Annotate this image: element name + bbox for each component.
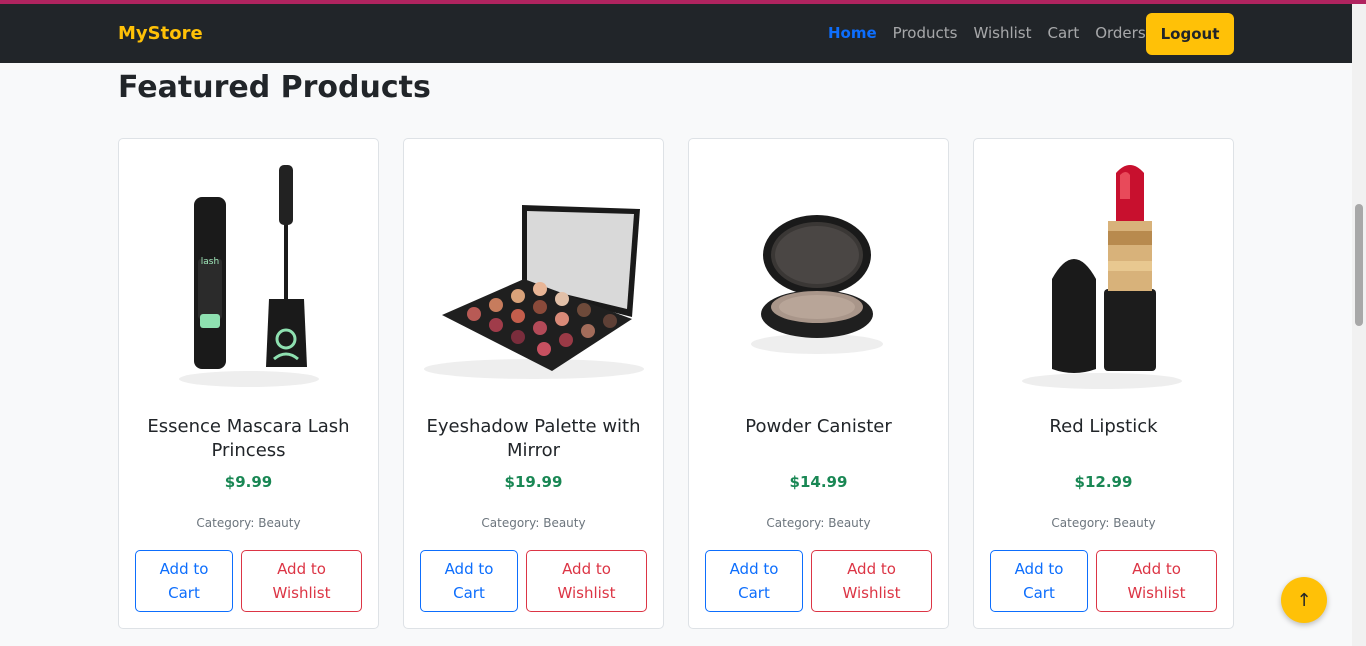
product-name: Red Lipstick	[1049, 416, 1158, 437]
nav-links: Home Products Wishlist Cart Orders	[828, 24, 1162, 42]
mascara-image: lash	[179, 165, 319, 387]
page-title: Featured Products	[118, 70, 431, 105]
product-category: Category: Beauty	[1051, 516, 1156, 530]
scroll-to-top-button[interactable]: ↑	[1281, 577, 1327, 623]
add-to-wishlist-button[interactable]: Add to Wishlist	[811, 550, 932, 612]
eyeshadow-palette-image	[424, 205, 644, 379]
product-price: $14.99	[789, 473, 848, 491]
add-to-wishlist-button[interactable]: Add to Wishlist	[241, 550, 362, 612]
product-price: $9.99	[224, 473, 273, 491]
nav-link-home[interactable]: Home	[828, 24, 877, 42]
nav-link-cart[interactable]: Cart	[1047, 24, 1079, 42]
product-name: Essence Mascara Lash Princess	[147, 416, 350, 461]
product-card: lash Essence Mascara Lash Princess $9.99…	[118, 138, 379, 629]
add-to-wishlist-button[interactable]: Add to Wishlist	[1096, 550, 1217, 612]
nav-link-orders[interactable]: Orders	[1095, 24, 1145, 42]
add-to-cart-button[interactable]: Add to Cart	[420, 550, 518, 612]
lipstick-image	[1022, 165, 1182, 389]
product-card: Eyeshadow Palette with Mirror $19.99 Cat…	[403, 138, 664, 629]
add-to-cart-button[interactable]: Add to Cart	[990, 550, 1088, 612]
brand-logo[interactable]: MyStore	[118, 23, 203, 44]
product-card: Powder Canister $14.99 Category: Beauty …	[688, 138, 949, 629]
product-name: Eyeshadow Palette with Mirror	[426, 416, 641, 461]
arrow-up-icon: ↑	[1296, 589, 1312, 611]
add-to-cart-button[interactable]: Add to Cart	[705, 550, 803, 612]
svg-text:lash: lash	[201, 257, 219, 267]
product-category: Category: Beauty	[196, 516, 301, 530]
product-category: Category: Beauty	[766, 516, 871, 530]
scrollbar-thumb[interactable]	[1355, 204, 1363, 326]
powder-canister-image	[751, 215, 883, 354]
logout-button[interactable]: Logout	[1146, 13, 1234, 55]
add-to-wishlist-button[interactable]: Add to Wishlist	[526, 550, 647, 612]
navbar: MyStore Home Products Wishlist Cart Orde…	[0, 4, 1352, 63]
nav-link-products[interactable]: Products	[893, 24, 958, 42]
add-to-cart-button[interactable]: Add to Cart	[135, 550, 233, 612]
product-category: Category: Beauty	[481, 516, 586, 530]
product-price: $12.99	[1074, 473, 1133, 491]
product-price: $19.99	[504, 473, 563, 491]
nav-link-wishlist[interactable]: Wishlist	[973, 24, 1031, 42]
product-card: Red Lipstick $12.99 Category: Beauty Add…	[973, 138, 1234, 629]
page-scrollbar[interactable]	[1352, 4, 1366, 646]
product-name: Powder Canister	[745, 416, 892, 437]
